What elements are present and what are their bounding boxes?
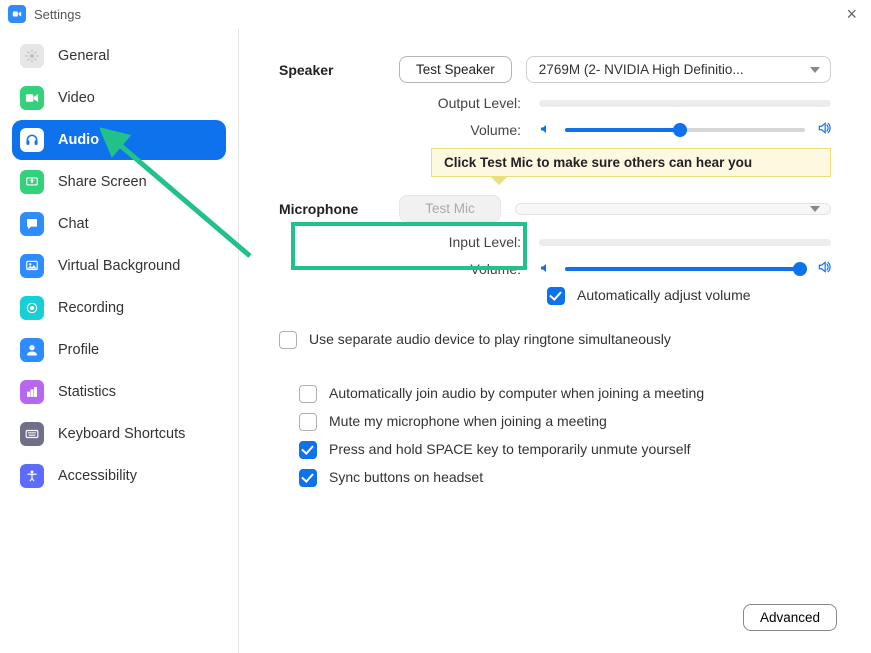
sidebar-item-general[interactable]: General — [12, 36, 226, 76]
sidebar-item-label: Statistics — [58, 384, 116, 400]
option-row: Press and hold SPACE key to temporarily … — [299, 441, 831, 459]
advanced-button[interactable]: Advanced — [743, 604, 837, 631]
option-label: Sync buttons on headset — [329, 469, 483, 485]
mic-volume-slider[interactable] — [565, 267, 805, 271]
option-checkbox[interactable] — [299, 385, 317, 403]
window-title: Settings — [34, 7, 81, 22]
person-icon — [20, 338, 44, 362]
accessibility-icon — [20, 464, 44, 488]
option-label: Press and hold SPACE key to temporarily … — [329, 441, 691, 457]
option-checkbox[interactable] — [299, 469, 317, 487]
option-checkbox[interactable] — [299, 441, 317, 459]
auto-adjust-label: Automatically adjust volume — [577, 287, 751, 303]
option-checkbox[interactable] — [279, 331, 297, 349]
sidebar-item-label: Chat — [58, 216, 89, 232]
option-checkbox[interactable] — [299, 413, 317, 431]
speaker-device-select[interactable]: 2769M (2- NVIDIA High Definitio... — [526, 56, 831, 83]
image-icon — [20, 254, 44, 278]
test-mic-tooltip: Click Test Mic to make sure others can h… — [431, 148, 831, 177]
sidebar-item-share-screen[interactable]: Share Screen — [12, 162, 226, 202]
record-icon — [20, 296, 44, 320]
titlebar: Settings × — [0, 0, 871, 28]
sidebar: General Video Audio Share Screen Chat Virtual… — [0, 28, 238, 653]
speaker-label: Speaker — [279, 62, 399, 78]
stats-icon — [20, 380, 44, 404]
option-row: Sync buttons on headset — [299, 469, 831, 487]
speaker-row: Speaker Test Speaker 2769M (2- NVIDIA Hi… — [279, 56, 831, 83]
speaker-volume-row: Volume: — [279, 121, 831, 138]
sidebar-item-label: Keyboard Shortcuts — [58, 426, 185, 442]
option-row: Automatically join audio by computer whe… — [299, 385, 831, 403]
sidebar-item-audio[interactable]: Audio — [12, 120, 226, 160]
sidebar-item-label: General — [58, 48, 110, 64]
input-level-row: Input Level: — [279, 234, 831, 250]
option-row: Use separate audio device to play ringto… — [279, 331, 831, 349]
mic-volume-label: Volume: — [279, 261, 539, 277]
video-icon — [20, 86, 44, 110]
sidebar-item-video[interactable]: Video — [12, 78, 226, 118]
sidebar-item-accessibility[interactable]: Accessibility — [12, 456, 226, 496]
headphones-icon — [20, 128, 44, 152]
sidebar-item-label: Audio — [58, 132, 99, 148]
sidebar-item-virtual-background[interactable]: Virtual Background — [12, 246, 226, 286]
option-label: Use separate audio device to play ringto… — [309, 331, 671, 347]
sidebar-item-label: Share Screen — [58, 174, 147, 190]
microphone-row: Microphone Test Mic — [279, 195, 831, 222]
speaker-volume-label: Volume: — [279, 122, 539, 138]
sidebar-item-label: Profile — [58, 342, 99, 358]
sidebar-item-profile[interactable]: Profile — [12, 330, 226, 370]
auto-adjust-checkbox[interactable] — [547, 287, 565, 305]
mic-volume-row: Volume: — [279, 260, 831, 277]
volume-low-icon — [539, 261, 553, 277]
output-level-row: Output Level: — [279, 95, 831, 111]
sidebar-item-label: Video — [58, 90, 95, 106]
option-label: Automatically join audio by computer whe… — [329, 385, 704, 401]
close-icon[interactable]: × — [840, 4, 863, 25]
sidebar-item-label: Virtual Background — [58, 258, 180, 274]
sidebar-item-label: Recording — [58, 300, 124, 316]
auto-adjust-row: Automatically adjust volume — [547, 287, 831, 305]
option-row: Mute my microphone when joining a meetin… — [299, 413, 831, 431]
output-level-meter — [539, 100, 831, 107]
tooltip-pointer — [491, 177, 507, 185]
sidebar-item-label: Accessibility — [58, 468, 137, 484]
option-label: Mute my microphone when joining a meetin… — [329, 413, 607, 429]
volume-low-icon — [539, 122, 553, 138]
keyboard-icon — [20, 422, 44, 446]
input-level-label: Input Level: — [279, 234, 539, 250]
input-level-meter — [539, 239, 831, 246]
chat-icon — [20, 212, 44, 236]
audio-options: Use separate audio device to play ringto… — [279, 331, 831, 487]
microphone-label: Microphone — [279, 201, 399, 217]
microphone-device-select[interactable] — [515, 203, 831, 215]
volume-high-icon — [817, 260, 831, 277]
volume-high-icon — [817, 121, 831, 138]
gear-icon — [20, 44, 44, 68]
audio-settings-panel: Speaker Test Speaker 2769M (2- NVIDIA Hi… — [238, 28, 871, 653]
sidebar-item-keyboard-shortcuts[interactable]: Keyboard Shortcuts — [12, 414, 226, 454]
test-speaker-button[interactable]: Test Speaker — [399, 56, 512, 83]
output-level-label: Output Level: — [279, 95, 539, 111]
sidebar-item-recording[interactable]: Recording — [12, 288, 226, 328]
speaker-volume-slider[interactable] — [565, 128, 805, 132]
share-icon — [20, 170, 44, 194]
test-mic-button[interactable]: Test Mic — [399, 195, 501, 222]
sidebar-item-chat[interactable]: Chat — [12, 204, 226, 244]
sidebar-item-statistics[interactable]: Statistics — [12, 372, 226, 412]
app-icon — [8, 5, 26, 23]
